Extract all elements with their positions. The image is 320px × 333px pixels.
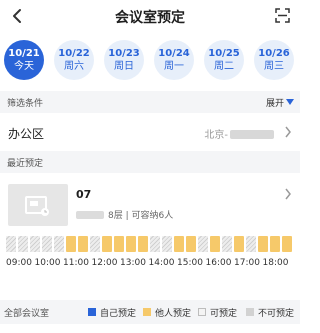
time-slot[interactable] [210,236,220,252]
date-chip-weekday: 今天 [14,61,34,72]
date-chip-1[interactable]: 10/22 周六 [54,40,94,80]
date-chip-date: 10/21 [8,48,40,59]
chevron-right-icon [285,126,291,138]
app-header: 会议室预定 [0,0,300,32]
date-chip-date: 10/22 [58,48,90,59]
time-slot[interactable] [90,236,100,252]
room-card[interactable]: 07 8层 | 可容纳6人 09:00 10:00 11:00 12:00 13:00 1… [0,173,300,278]
office-row[interactable]: 办公区 北京- [0,113,300,151]
triangle-down-icon[interactable] [286,99,294,105]
time-slot[interactable] [258,236,268,252]
legend-swatch-unavailable [246,308,254,316]
time-labels: 09:00 10:00 11:00 12:00 13:00 14:00 15:00 16:00… [0,258,300,270]
office-value: 北京- [204,126,274,141]
recent-header: 最近预定 [0,151,300,173]
legend-label-other: 他人预定 [155,309,192,319]
date-chip-date: 10/23 [108,48,140,59]
page-title: 会议室预定 [115,10,185,26]
date-chip-5[interactable]: 10/26 周三 [254,40,294,80]
time-slot[interactable] [186,236,196,252]
time-slot[interactable] [150,236,160,252]
date-chip-2[interactable]: 10/23 周日 [104,40,144,80]
time-slot[interactable] [270,236,280,252]
chevron-right-icon [285,188,291,200]
room-info-text: 8层 | 可容纳6人 [108,211,174,221]
time-slot[interactable] [114,236,124,252]
filter-bar: 筛选条件 展开 [0,91,300,113]
redacted-block [76,211,104,219]
time-slot[interactable] [174,236,184,252]
date-chip-date: 10/26 [258,48,290,59]
time-label: 18:00 [262,258,289,268]
time-slot[interactable] [234,236,244,252]
office-label: 办公区 [8,127,45,141]
redacted-block [230,130,274,139]
date-chip-weekday: 周三 [264,61,284,72]
time-slot[interactable] [246,236,256,252]
legend-bar: 全部会议室 自己预定 他人预定 可预定 不可预定 [0,300,300,324]
room-info: 8层 | 可容纳6人 [76,208,173,221]
time-slot[interactable] [66,236,76,252]
room-thumbnail [8,184,68,226]
all-rooms-label: 全部会议室 [4,309,50,319]
time-slot[interactable] [30,236,40,252]
room-name: 07 [76,188,92,201]
time-slot[interactable] [138,236,148,252]
legend-swatch-mine [88,308,96,316]
filter-label: 筛选条件 [7,99,44,109]
time-slot[interactable] [198,236,208,252]
time-slot[interactable] [222,236,232,252]
time-slot[interactable] [54,236,64,252]
time-slot[interactable] [102,236,112,252]
time-slot[interactable] [126,236,136,252]
date-chip-weekday: 周二 [214,61,234,72]
office-value-text: 北京- [204,130,228,141]
date-chip-weekday: 周一 [164,61,184,72]
time-slot[interactable] [282,236,292,252]
time-slot-bar [6,236,294,254]
legend-label-free: 可预定 [210,309,238,319]
room-image-placeholder-icon [25,196,49,216]
time-slot[interactable] [6,236,16,252]
date-chip-4[interactable]: 10/25 周二 [204,40,244,80]
date-chip-date: 10/25 [208,48,240,59]
legend-swatch-other [143,308,151,316]
date-chip-weekday: 周日 [114,61,134,72]
recent-label: 最近预定 [7,159,44,169]
legend-swatch-free [198,308,206,316]
time-slot[interactable] [78,236,88,252]
time-slot[interactable] [42,236,52,252]
date-chip-weekday: 周六 [64,61,84,72]
time-slot[interactable] [162,236,172,252]
legend-label-unavailable: 不可预定 [258,309,295,319]
time-slot[interactable] [18,236,28,252]
date-selector: 10/21 今天 10/22 周六 10/23 周日 10/24 周一 10/2… [0,40,300,82]
scan-icon[interactable] [275,8,290,23]
legend-label-mine: 自己预定 [100,309,137,319]
date-chip-date: 10/24 [158,48,190,59]
expand-button[interactable]: 展开 [266,96,284,109]
date-chip-3[interactable]: 10/24 周一 [154,40,194,80]
date-chip-0[interactable]: 10/21 今天 [4,40,44,80]
